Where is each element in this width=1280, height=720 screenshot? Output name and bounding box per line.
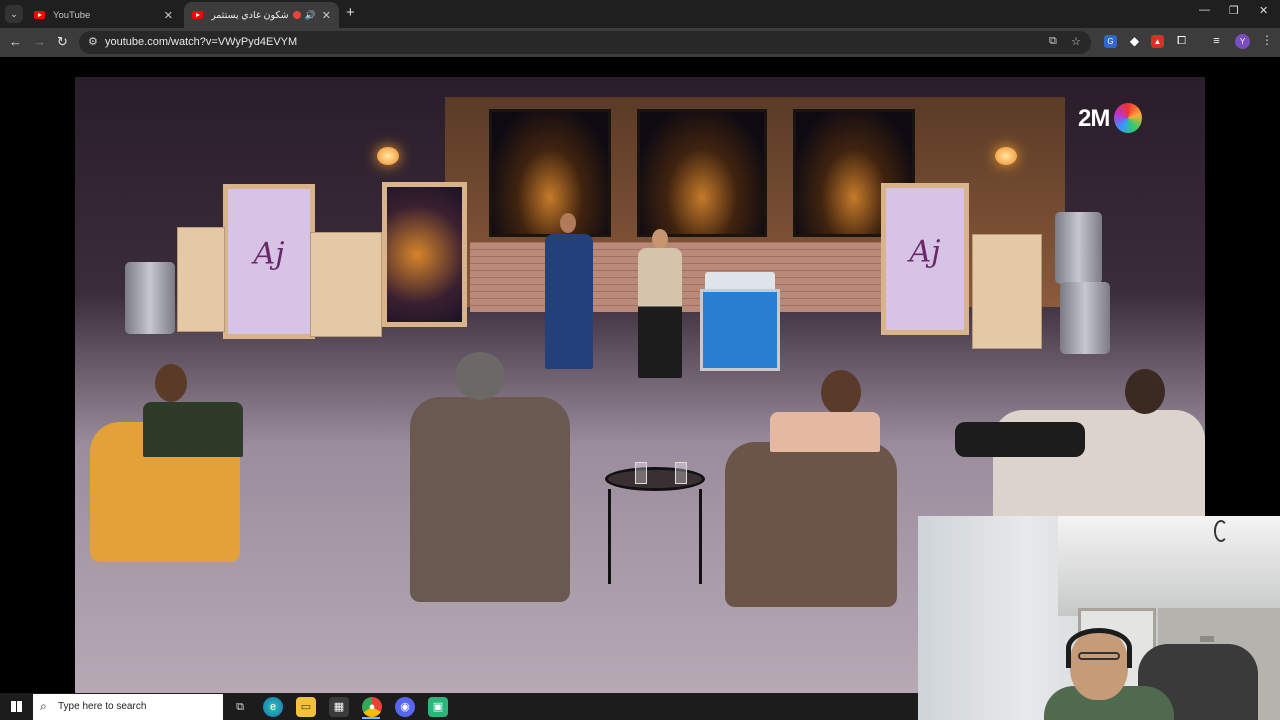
edge-browser-icon[interactable]: e — [263, 697, 283, 717]
glasses-icon — [1078, 652, 1120, 660]
bookmark-star-icon[interactable]: ☆ — [1071, 35, 1081, 48]
file-explorer-icon[interactable]: ▭ — [296, 697, 316, 717]
active-app-indicator — [362, 717, 380, 719]
taskbar-search-box[interactable]: ⌕ Type here to search — [33, 694, 223, 720]
translate-extension-icon[interactable]: G — [1104, 35, 1117, 48]
investor-head — [821, 370, 861, 415]
tab-youtube[interactable]: YouTube ✕ — [26, 2, 181, 28]
tab-strip: ⌄ YouTube ✕ شكون غادي يستثمر فمنـ... 🔊 ✕… — [0, 0, 1280, 28]
tab-video[interactable]: شكون غادي يستثمر فمنـ... 🔊 ✕ — [184, 2, 339, 28]
microsoft-store-icon[interactable]: ▦ — [329, 697, 349, 717]
reload-icon[interactable]: ↻ — [57, 34, 68, 50]
app-icon[interactable]: ▣ — [428, 697, 448, 717]
close-tab-icon[interactable]: ✕ — [322, 9, 331, 22]
panel-logo: Aj — [253, 236, 285, 272]
install-app-icon[interactable]: ⧉ — [1049, 35, 1057, 48]
forward-arrow-icon[interactable]: → — [33, 34, 46, 49]
webcam-ceiling — [1058, 516, 1280, 616]
host-man — [545, 234, 593, 369]
channel-logo-2m: 2M — [1075, 103, 1143, 135]
youtube-favicon-icon — [34, 11, 45, 19]
investor-head — [155, 364, 187, 402]
discord-icon[interactable]: ◉ — [395, 697, 415, 717]
windows-taskbar: ⌕ Type here to search ⧉ e ▭ ▦ ● ◉ ▣ — [0, 693, 918, 720]
blue-flight-case — [700, 289, 780, 371]
reading-list-icon[interactable]: ≡ — [1210, 35, 1223, 48]
search-icon: ⌕ — [40, 699, 47, 713]
webcam-ceiling-hook — [1214, 520, 1228, 542]
tab-title: شكون غادي يستثمر فمنـ... — [211, 9, 289, 21]
chrome-icon[interactable]: ● — [362, 697, 382, 717]
brown-armchair — [725, 442, 897, 607]
close-tab-icon[interactable]: ✕ — [164, 9, 173, 22]
barrel — [125, 262, 175, 334]
search-placeholder[interactable]: Type here to search — [58, 701, 146, 712]
back-arrow-icon[interactable]: ← — [9, 34, 22, 49]
wall-lamp — [995, 147, 1017, 165]
investor-far-right — [955, 422, 1085, 457]
city-window — [489, 109, 611, 237]
investor-left — [143, 402, 243, 457]
2m-star-icon — [1114, 103, 1142, 133]
pdf-extension-icon[interactable]: ▲ — [1151, 35, 1164, 48]
crate — [310, 232, 382, 337]
side-table — [605, 467, 705, 491]
barrel — [1060, 282, 1110, 354]
host-head — [652, 229, 668, 249]
investor-head — [455, 352, 505, 400]
restore-button[interactable]: ❐ — [1229, 4, 1239, 17]
browser-toolbar: ← → ↻ ⚙ youtube.com/watch?v=VWyPyd4EVYM … — [0, 28, 1280, 57]
investor-head — [1125, 369, 1165, 414]
new-tab-button[interactable]: + — [346, 4, 355, 21]
extension-diamond-icon[interactable]: ◆ — [1128, 35, 1141, 48]
investor-right — [770, 412, 880, 452]
address-bar[interactable]: ⚙ youtube.com/watch?v=VWyPyd4EVYM ⧉ ☆ — [79, 31, 1091, 54]
host-head — [560, 213, 576, 233]
fragile-crate — [177, 227, 225, 332]
fragile-crate — [972, 234, 1042, 349]
webcam-wall-sign — [1200, 636, 1214, 642]
tab-title: YouTube — [53, 9, 91, 21]
close-window-button[interactable]: ✕ — [1259, 4, 1268, 17]
task-view-icon[interactable]: ⧉ — [230, 697, 250, 717]
channel-logo-text: 2M — [1078, 105, 1110, 132]
water-glass — [635, 462, 647, 484]
profile-avatar[interactable]: Y — [1235, 34, 1250, 49]
table-leg — [608, 489, 611, 584]
windows-start-icon[interactable] — [11, 701, 22, 712]
browser-menu-icon[interactable]: ⋮ — [1261, 33, 1273, 47]
host-woman — [638, 248, 682, 378]
site-info-icon[interactable]: ⚙ — [88, 35, 98, 48]
table-leg — [699, 489, 702, 584]
webcam-overlay — [918, 516, 1280, 720]
audio-playing-icon[interactable]: 🔊 — [305, 10, 316, 21]
headset-icon — [1066, 628, 1132, 668]
recording-indicator-icon — [292, 11, 301, 19]
url-text[interactable]: youtube.com/watch?v=VWyPyd4EVYM — [105, 36, 297, 48]
youtube-favicon-icon — [192, 11, 203, 19]
wall-lamp — [377, 147, 399, 165]
extensions-puzzle-icon[interactable]: ⧠ — [1175, 35, 1188, 48]
tab-search-button[interactable]: ⌄ — [5, 5, 23, 23]
water-glass — [675, 462, 687, 484]
panel-logo: Aj — [909, 234, 941, 270]
barrel — [1055, 212, 1102, 284]
sponsor-panel: Aj — [881, 183, 969, 335]
city-window — [637, 109, 767, 237]
brown-armchair — [410, 397, 570, 602]
sponsor-panel: Aj — [223, 184, 315, 339]
minimize-button[interactable]: — — [1199, 4, 1210, 16]
city-poster — [382, 182, 467, 327]
